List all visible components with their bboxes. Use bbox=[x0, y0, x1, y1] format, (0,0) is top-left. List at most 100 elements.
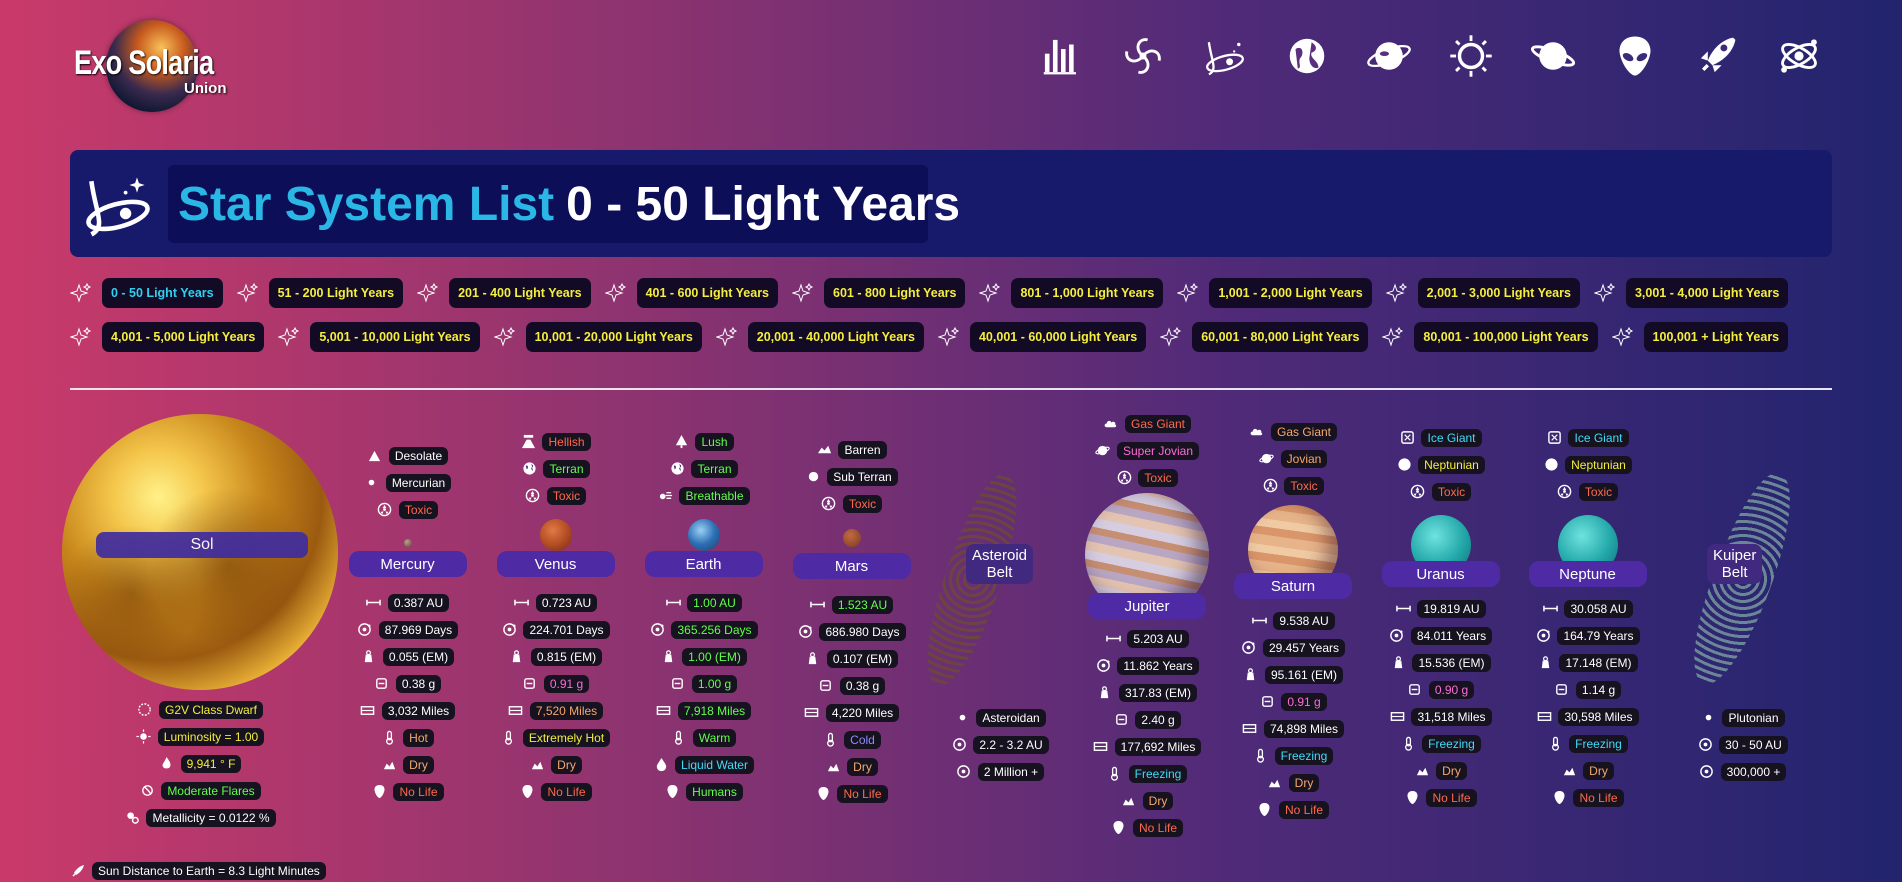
kuiper-belt-name[interactable]: Kuiper Belt bbox=[1707, 544, 1763, 584]
range-filter-item[interactable]: 0 - 50 Light Years bbox=[70, 278, 223, 308]
range-filter-item[interactable]: 100,001 + Light Years bbox=[1611, 322, 1789, 352]
saturn-icon[interactable] bbox=[1512, 30, 1594, 82]
planet-ring-icon[interactable] bbox=[1348, 30, 1430, 82]
planet-name[interactable]: Uranus bbox=[1381, 561, 1500, 587]
planet-diameter: 4,220 Miles bbox=[804, 701, 900, 724]
planet-atmosphere: Toxic bbox=[1410, 480, 1472, 503]
dry-icon bbox=[1267, 775, 1283, 791]
range-filter-item[interactable]: 40,001 - 60,000 Light Years bbox=[937, 322, 1147, 352]
range-row-2: 4,001 - 5,000 Light Years 5,001 - 10,000… bbox=[70, 322, 1850, 352]
divider bbox=[70, 388, 1832, 390]
planet-card[interactable]: Ice Giant Neptunian Toxic Neptune 30.058… bbox=[1525, 424, 1650, 811]
planet-surface: Lush bbox=[673, 430, 734, 453]
earth-image[interactable] bbox=[687, 519, 720, 551]
range-filter-item[interactable]: 20,001 - 40,000 Light Years bbox=[715, 322, 924, 352]
top-nav bbox=[1020, 30, 1840, 82]
gravity-icon bbox=[1259, 694, 1275, 710]
planet-name[interactable]: Mercury bbox=[348, 551, 467, 577]
planet-orbit: 365.256 Days bbox=[649, 618, 758, 641]
planet-type: Terran bbox=[521, 457, 590, 480]
atom-icon[interactable] bbox=[1758, 30, 1840, 82]
rocket-icon[interactable] bbox=[1676, 30, 1758, 82]
planet-ring-icon bbox=[1095, 443, 1111, 459]
distance-icon bbox=[1105, 631, 1121, 647]
planet-name[interactable]: Earth bbox=[644, 551, 763, 577]
star-system-icon[interactable] bbox=[1184, 30, 1266, 82]
site-logo[interactable]: Exo Solaria Union bbox=[70, 18, 250, 112]
venus-image[interactable] bbox=[539, 519, 572, 551]
mars-image[interactable] bbox=[842, 529, 861, 547]
asteroid-stats: Asteroidan 2.2 - 3.2 AU 2 Million + bbox=[935, 704, 1065, 785]
planet-diameter: 30,598 Miles bbox=[1536, 705, 1639, 728]
planet-atmosphere: Breathable bbox=[657, 484, 750, 507]
planet-mass: 0.815 (EM) bbox=[509, 645, 603, 668]
planet-card[interactable]: Barren Sub Terran Toxic Mars 1.523 AU 68… bbox=[789, 436, 914, 807]
planet-card[interactable]: Hellish Terran Toxic Venus 0.723 AU 224.… bbox=[493, 428, 618, 805]
mercury-image[interactable] bbox=[403, 539, 412, 547]
asteroid-belt-name[interactable]: Asteroid Belt bbox=[966, 544, 1034, 584]
range-filter-item[interactable]: 10,001 - 20,000 Light Years bbox=[493, 322, 702, 352]
star-metallicity: Metallicity = 0.0122 % bbox=[124, 806, 276, 829]
star-system-icon bbox=[80, 166, 156, 242]
range-filter-item[interactable]: 3,001 - 4,000 Light Years bbox=[1593, 278, 1789, 308]
thermometer-icon bbox=[671, 730, 687, 746]
page-title-main: Star System List bbox=[178, 177, 555, 231]
weight-icon bbox=[1390, 655, 1406, 671]
planet-name[interactable]: Neptune bbox=[1528, 561, 1647, 587]
range-filter-item[interactable]: 2,001 - 3,000 Light Years bbox=[1385, 278, 1580, 308]
range-label: 0 - 50 Light Years bbox=[102, 278, 223, 308]
cloud-icon bbox=[1103, 416, 1119, 432]
planet-temperature: Extremely Hot bbox=[501, 726, 611, 749]
range-filter-item[interactable]: 51 - 200 Light Years bbox=[236, 278, 404, 308]
ice-icon bbox=[1399, 430, 1415, 446]
planet-water: Dry bbox=[529, 753, 582, 776]
range-filter-item[interactable]: 601 - 800 Light Years bbox=[792, 278, 966, 308]
star-icon[interactable] bbox=[1430, 30, 1512, 82]
sun-stats: G2V Class Dwarf Luminosity = 1.00 9,941 … bbox=[120, 696, 280, 831]
range-label: 3,001 - 4,000 Light Years bbox=[1625, 278, 1789, 308]
globe-icon[interactable] bbox=[1266, 30, 1348, 82]
sun-name[interactable]: Sol bbox=[96, 532, 308, 558]
weight-icon bbox=[660, 649, 676, 665]
gravity-icon bbox=[1407, 682, 1423, 698]
sparkle-icon bbox=[979, 282, 1001, 303]
planet-diameter: 7,918 Miles bbox=[656, 699, 752, 722]
planet-card[interactable]: Gas Giant Jovian Toxic Saturn 9.538 AU 2… bbox=[1229, 418, 1357, 823]
sparkle-icon bbox=[1382, 326, 1404, 347]
planet-orbit: 686.980 Days bbox=[797, 620, 906, 643]
planet-name[interactable]: Saturn bbox=[1234, 573, 1352, 599]
range-filter-item[interactable]: 401 - 600 Light Years bbox=[604, 278, 779, 308]
galaxy-icon[interactable] bbox=[1102, 30, 1184, 82]
planet-gravity: 2.40 g bbox=[1113, 708, 1181, 731]
range-filter-item[interactable]: 4,001 - 5,000 Light Years bbox=[70, 322, 265, 352]
planet-card[interactable]: Gas Giant Super Jovian Toxic Jupiter 5.2… bbox=[1082, 410, 1212, 841]
range-label: 80,001 - 100,000 Light Years bbox=[1414, 322, 1598, 352]
weight-icon bbox=[1097, 685, 1113, 701]
planet-surface: Desolate bbox=[367, 444, 449, 467]
orbit-icon bbox=[951, 737, 967, 753]
planet-life: No Life bbox=[815, 782, 888, 805]
circle-icon bbox=[1543, 457, 1559, 473]
planet-temperature: Freezing bbox=[1400, 732, 1481, 755]
planet-card[interactable]: Ice Giant Neptunian Toxic Uranus 19.819 … bbox=[1378, 424, 1503, 811]
gravity-icon bbox=[670, 676, 686, 692]
planet-atmosphere: Toxic bbox=[525, 484, 587, 507]
range-filter-item[interactable]: 801 - 1,000 Light Years bbox=[979, 278, 1164, 308]
alien-icon bbox=[1551, 790, 1567, 806]
planet-card[interactable]: Desolate Mercurian Toxic Mercury 0.387 A… bbox=[345, 442, 470, 805]
alien-icon bbox=[815, 786, 831, 802]
range-filter-item[interactable]: 60,001 - 80,000 Light Years bbox=[1160, 322, 1369, 352]
volcano-icon bbox=[520, 434, 536, 450]
range-filter-item[interactable]: 1,001 - 2,000 Light Years bbox=[1177, 278, 1372, 308]
stats-icon[interactable] bbox=[1020, 30, 1102, 82]
range-filter-item[interactable]: 201 - 400 Light Years bbox=[417, 278, 591, 308]
planet-name[interactable]: Jupiter bbox=[1088, 593, 1206, 619]
planet-card[interactable]: Lush Terran Breathable Earth 1.00 AU 365… bbox=[641, 428, 766, 805]
thermometer-icon bbox=[1400, 736, 1416, 752]
planet-name[interactable]: Venus bbox=[496, 551, 615, 577]
range-filter-item[interactable]: 80,001 - 100,000 Light Years bbox=[1382, 322, 1598, 352]
planet-name[interactable]: Mars bbox=[792, 553, 911, 579]
planet-surface: Gas Giant bbox=[1103, 412, 1192, 435]
alien-icon[interactable] bbox=[1594, 30, 1676, 82]
range-filter-item[interactable]: 5,001 - 10,000 Light Years bbox=[278, 322, 480, 352]
